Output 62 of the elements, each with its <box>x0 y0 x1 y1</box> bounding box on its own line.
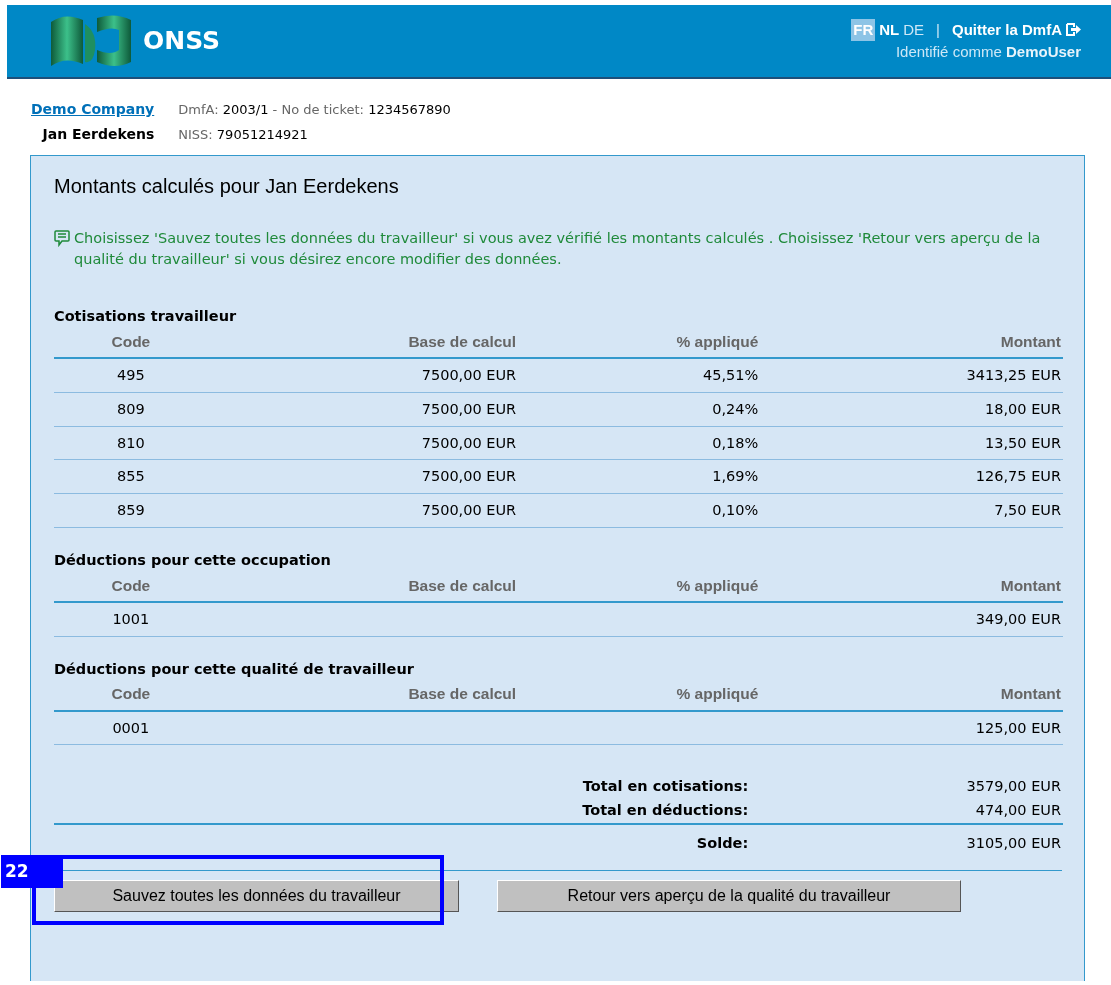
callout-label: 22 <box>1 854 63 888</box>
panel-title: Montants calculés pour Jan Eerdekens <box>54 174 400 198</box>
table-cell: 7500,00 EUR <box>245 426 519 460</box>
table-cell: 125,00 EUR <box>760 710 1063 745</box>
table-cell: 13,50 EUR <box>760 426 1063 460</box>
column-header: Montant <box>760 327 1063 358</box>
save-button[interactable]: Sauvez toutes les données du travailleur <box>54 879 459 912</box>
exit-icon <box>1066 23 1081 37</box>
total-value: 3105,00 EUR <box>750 823 1063 856</box>
table-cell: 809 <box>54 392 246 426</box>
table-cell: 7500,00 EUR <box>245 358 519 393</box>
total-value: 474,00 EUR <box>750 799 1063 824</box>
column-header: % appliqué <box>518 680 761 711</box>
total-value: 3579,00 EUR <box>965 777 1062 797</box>
brand-name: ONSS <box>143 25 221 58</box>
column-header: Montant <box>760 571 1063 602</box>
language-link[interactable]: NL <box>879 18 900 41</box>
table-cell: 7500,00 EUR <box>245 493 519 528</box>
logout-link[interactable]: Quitter la DmfA <box>952 18 1081 41</box>
niss-info: NISS: 79051214921 <box>178 126 309 144</box>
column-header: Code <box>54 327 246 358</box>
table-cell: 18,00 EUR <box>760 392 1063 426</box>
table-cell: 7,50 EUR <box>760 493 1063 528</box>
section-title: Déductions pour cette occupation <box>54 550 332 570</box>
table-cell: 45,51% <box>518 358 761 393</box>
column-header: Montant <box>760 680 1063 711</box>
table-cell: 0,10% <box>518 493 761 528</box>
table-cell: 855 <box>54 459 246 494</box>
column-header: Code <box>54 571 246 602</box>
column-header: Code <box>54 680 246 711</box>
section-title: Déductions pour cette qualité de travailleur <box>54 659 415 679</box>
table-cell: 7500,00 EUR <box>245 459 519 494</box>
language-link[interactable]: DE <box>903 18 925 41</box>
separator: | <box>936 19 940 40</box>
table-cell: 0,24% <box>518 392 761 426</box>
column-header: Base de calcul <box>245 571 519 602</box>
back-button[interactable]: Retour vers aperçu de la qualité du travailleur <box>497 879 961 912</box>
total-label: Total en cotisations: <box>581 777 750 797</box>
speech-bubble-icon <box>54 230 70 247</box>
dmfa-info: DmfA: 2003/1 - No de ticket: 1234567890 <box>178 101 451 119</box>
table-cell: 1,69% <box>518 459 761 494</box>
table-cell: 859 <box>54 493 246 528</box>
table-cell: 0001 <box>54 710 246 745</box>
table-cell: 810 <box>54 426 246 460</box>
worker-name: Jan Eerdekens <box>42 125 155 144</box>
identified-text: Identifié comme DemoUser <box>895 42 1081 62</box>
total-label: Solde: <box>54 823 751 856</box>
company-link[interactable]: Demo Company <box>31 97 155 122</box>
info-message: Choisissez 'Sauvez toutes les données du travailleur' si vous avez vérifié les montants calculés . Choisissez 'Retour vers aperçu de la qualité du travailleur' si vous désirez encore modifier des données. <box>74 229 1042 269</box>
column-header: % appliqué <box>518 327 761 358</box>
column-header: % appliqué <box>518 571 761 602</box>
table-cell: 3413,25 EUR <box>760 358 1063 393</box>
table-cell: 1001 <box>54 601 246 636</box>
column-header: Base de calcul <box>245 327 519 358</box>
table-cell: 0,18% <box>518 426 761 460</box>
column-header: Base de calcul <box>245 680 519 711</box>
total-label: Total en déductions: <box>54 799 751 824</box>
section-title: Cotisations travailleur <box>54 307 238 326</box>
table-cell: 349,00 EUR <box>760 601 1063 636</box>
table-cell: 7500,00 EUR <box>245 392 519 426</box>
table-cell: 126,75 EUR <box>760 459 1063 494</box>
table-cell: 495 <box>54 358 246 393</box>
